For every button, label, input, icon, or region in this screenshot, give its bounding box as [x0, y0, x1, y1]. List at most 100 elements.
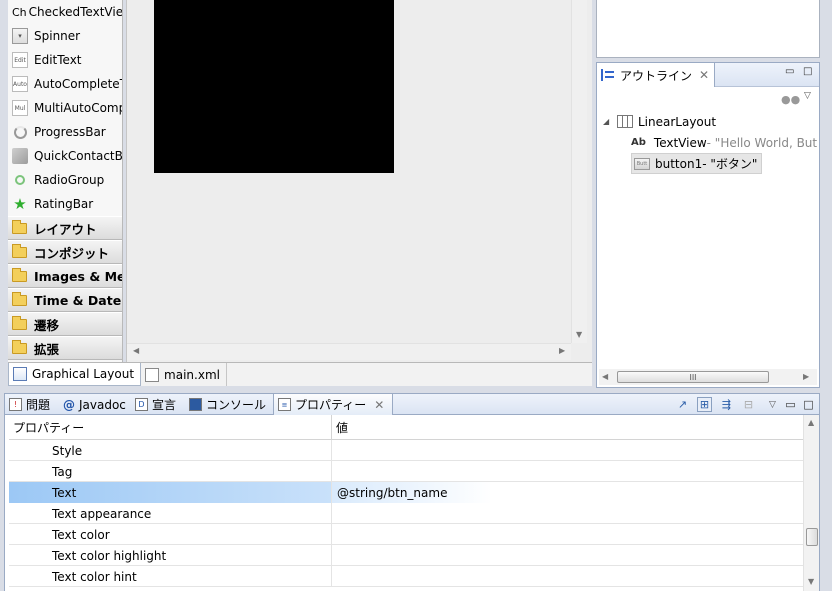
layout-canvas[interactable]: ▼ ◀ ▶ — [126, 0, 592, 362]
close-icon[interactable]: ✕ — [374, 398, 384, 412]
palette-item-quickcontactbadge[interactable]: QuickContactBadge — [8, 144, 122, 168]
folder-icon — [12, 243, 27, 258]
palette-category-layouts[interactable]: レイアウト — [8, 216, 122, 240]
table-row[interactable]: Tag — [9, 461, 807, 482]
scroll-left-arrow-icon[interactable]: ◀ — [602, 372, 608, 381]
tab-javadoc[interactable]: @ Javadoc — [63, 394, 126, 415]
property-name: Text appearance — [9, 503, 332, 524]
show-advanced-icon[interactable]: ⇶ — [719, 397, 734, 412]
tab-label: コンソール — [206, 398, 267, 412]
palette-category-advanced[interactable]: 拡張 — [8, 336, 122, 360]
column-header-value[interactable]: 値 — [332, 415, 807, 440]
tab-main-xml[interactable]: main.xml — [141, 363, 227, 386]
palette-item-ratingbar[interactable]: ★ RatingBar — [8, 192, 122, 216]
outline-horizontal-scrollbar[interactable]: ◀ III ▶ — [599, 369, 817, 385]
table-row[interactable]: Text color hint — [9, 566, 807, 587]
folder-icon — [12, 339, 27, 354]
scrollbar-thumb[interactable] — [806, 528, 818, 546]
tab-label: プロパティー — [295, 398, 367, 412]
palette-category-label: Time & Date — [34, 292, 122, 308]
pin-view-icon[interactable]: ↗ — [675, 397, 690, 412]
property-value[interactable]: @string/btn_name — [332, 482, 807, 503]
canvas-vertical-scrollbar[interactable]: ▼ — [571, 0, 587, 343]
minimize-icon[interactable]: ▭ — [783, 397, 798, 412]
outline-icon — [601, 69, 615, 81]
property-value[interactable] — [332, 461, 807, 482]
close-icon[interactable]: ✕ — [699, 68, 709, 82]
expand-triangle-icon[interactable]: ◢ — [603, 117, 617, 126]
scroll-down-arrow-icon[interactable]: ▼ — [808, 577, 814, 586]
tree-node-linearlayout[interactable]: ◢ LinearLayout — [603, 111, 817, 132]
palette-item-edittext[interactable]: Edit EditText — [8, 48, 122, 72]
palette-item-label: ProgressBar — [34, 125, 106, 139]
tree-node-label: button1 — [655, 156, 703, 171]
rating-star-icon: ★ — [13, 195, 27, 213]
edit-text-icon: Edit — [12, 52, 28, 68]
quick-contact-badge-icon — [12, 148, 28, 164]
properties-vertical-scrollbar[interactable]: ▲ ▼ — [803, 415, 819, 591]
scroll-down-arrow-icon[interactable]: ▼ — [576, 330, 582, 339]
spinner-icon: ▾ — [12, 28, 28, 44]
scroll-left-arrow-icon[interactable]: ◀ — [133, 346, 139, 355]
scroll-right-arrow-icon[interactable]: ▶ — [559, 346, 565, 355]
tab-outline[interactable]: アウトライン ✕ — [597, 63, 715, 87]
palette-item-label: Spinner — [34, 29, 81, 43]
problems-icon: ! — [9, 398, 22, 411]
maximize-icon[interactable]: □ — [803, 66, 812, 77]
palette-category-images-media[interactable]: Images & Media — [8, 264, 122, 288]
property-value[interactable] — [332, 503, 807, 524]
palette-category-label: 遷移 — [34, 317, 60, 333]
tree-node-label: LinearLayout — [638, 114, 717, 129]
selected-node-highlight: Butt button1 - "ボタン" — [631, 153, 763, 174]
view-menu-icon[interactable]: ▽ — [765, 397, 780, 412]
linear-layout-icon — [617, 115, 633, 128]
palette-category-transitions[interactable]: 遷移 — [8, 312, 122, 336]
outline-options-icon[interactable]: ●● — [781, 93, 800, 106]
device-screen-preview[interactable] — [154, 0, 394, 173]
palette-item-checkedtextview[interactable]: Ch CheckedTextView — [8, 0, 122, 24]
properties-view: プロパティー 値 Style Tag Text @string/btn_name… — [4, 415, 820, 591]
tab-graphical-layout[interactable]: Graphical Layout — [8, 363, 142, 386]
scroll-right-arrow-icon[interactable]: ▶ — [803, 372, 809, 381]
palette-item-radiogroup[interactable]: RadioGroup — [8, 168, 122, 192]
minimize-icon[interactable]: ▭ — [785, 66, 794, 77]
tree-node-label: TextView — [653, 135, 707, 150]
scrollbar-thumb[interactable]: III — [617, 371, 769, 383]
property-value[interactable] — [332, 566, 807, 587]
tab-label: 宣言 — [152, 398, 177, 412]
tab-declaration[interactable]: D 宣言 — [135, 394, 176, 415]
palette-category-time-date[interactable]: Time & Date — [8, 288, 122, 312]
property-value[interactable] — [332, 545, 807, 566]
xml-file-icon — [145, 367, 160, 382]
tab-console[interactable]: コンソール — [189, 394, 266, 415]
palette-item-spinner[interactable]: ▾ Spinner — [8, 24, 122, 48]
property-value[interactable] — [332, 524, 807, 545]
tab-problems[interactable]: ! 問題 — [9, 394, 50, 415]
palette-item-progressbar[interactable]: ProgressBar — [8, 120, 122, 144]
scroll-up-arrow-icon[interactable]: ▲ — [808, 418, 814, 427]
radio-group-icon — [12, 172, 28, 188]
tree-node-textview[interactable]: Ab TextView - "Hello World, Button01Acti… — [603, 132, 817, 153]
column-header-property[interactable]: プロパティー — [9, 415, 332, 440]
tab-properties[interactable]: ≡ プロパティー ✕ — [273, 394, 394, 415]
table-row[interactable]: Style — [9, 440, 807, 461]
properties-table-body: Style Tag Text @string/btn_name Text app… — [9, 440, 807, 587]
restore-default-icon[interactable]: ⊟ — [741, 397, 756, 412]
maximize-icon[interactable]: □ — [801, 397, 816, 412]
property-value[interactable] — [332, 440, 807, 461]
canvas-horizontal-scrollbar[interactable]: ◀ ▶ — [127, 343, 571, 360]
table-row[interactable]: Text appearance — [9, 503, 807, 524]
editor-tabs: Graphical Layout main.xml — [8, 362, 592, 386]
console-icon — [189, 398, 202, 411]
property-name: Tag — [9, 461, 332, 482]
tree-node-button1[interactable]: Butt button1 - "ボタン" — [603, 153, 817, 174]
table-row[interactable]: Text color — [9, 524, 807, 545]
view-menu-icon[interactable]: ▽ — [804, 91, 811, 101]
palette-category-composite[interactable]: コンポジット — [8, 240, 122, 264]
table-row-selected[interactable]: Text @string/btn_name — [9, 482, 807, 503]
palette-item-multiautocompletetextview[interactable]: Mul MultiAutoCompleteTextView — [8, 96, 122, 120]
palette-item-autocompletetextview[interactable]: Auto AutoCompleteTextView — [8, 72, 122, 96]
show-categories-icon[interactable]: ⊞ — [697, 397, 712, 412]
table-row[interactable]: Text color highlight — [9, 545, 807, 566]
palette-category-label: 拡張 — [34, 341, 60, 357]
